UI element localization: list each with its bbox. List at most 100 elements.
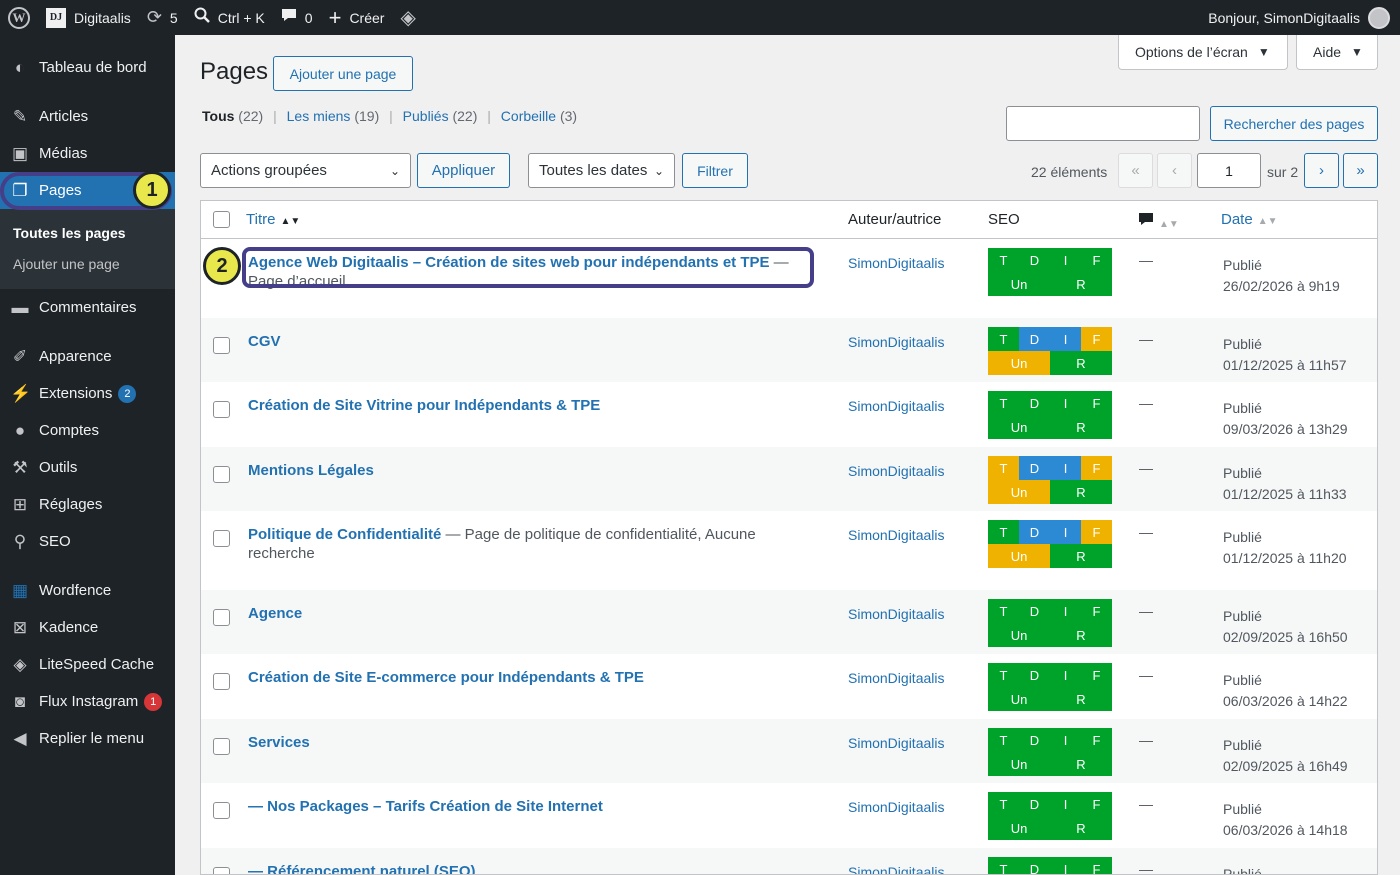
menu-label: Replier le menu: [39, 730, 145, 747]
page-title-link[interactable]: Agence: [248, 605, 302, 622]
menu-label: Tableau de bord: [39, 59, 147, 76]
author-link[interactable]: SimonDigitaalis: [848, 799, 944, 815]
last-page-button[interactable]: »: [1343, 153, 1378, 188]
site-name-link[interactable]: DJ Digitaalis: [38, 0, 139, 35]
seo-score-cell: R: [1050, 351, 1112, 375]
search-input[interactable]: [1006, 106, 1200, 141]
litespeed-link[interactable]: ◈: [392, 0, 423, 35]
page-title-link[interactable]: — Nos Packages – Tarifs Création de Site…: [248, 798, 603, 815]
help-button[interactable]: Aide ▼: [1296, 35, 1378, 70]
date-filter-select[interactable]: Toutes les dates ⌄: [528, 153, 675, 188]
row-checkbox[interactable]: [213, 466, 230, 483]
seo-score-cell: Un: [988, 351, 1050, 375]
screen-options-button[interactable]: Options de l’écran ▼: [1118, 35, 1288, 70]
command-palette-link[interactable]: Ctrl + K: [186, 0, 273, 35]
row-checkbox[interactable]: [213, 609, 230, 626]
seo-score-grid: TDIF UnR: [988, 391, 1112, 439]
menu-dashboard[interactable]: ◐ Tableau de bord: [0, 49, 175, 86]
row-checkbox[interactable]: [213, 867, 230, 874]
page-title-link[interactable]: CGV: [248, 333, 281, 350]
view-all-label[interactable]: Tous: [202, 108, 234, 124]
author-link[interactable]: SimonDigitaalis: [848, 398, 944, 414]
menu-kadence[interactable]: ⊠ Kadence: [0, 609, 175, 646]
my-account[interactable]: Bonjour, SimonDigitaalis: [1208, 6, 1400, 29]
view-published-link[interactable]: Publiés: [403, 108, 449, 124]
column-comments-header[interactable]: ▲▼: [1138, 211, 1179, 231]
bulk-actions-select[interactable]: Actions groupées ⌄: [200, 153, 411, 188]
page-title-link[interactable]: — Référencement naturel (SEO): [248, 863, 476, 874]
new-content-link[interactable]: + Créer: [321, 0, 393, 35]
table-row: Création de Site Vitrine pour Indépendan…: [201, 382, 1377, 447]
menu-label: Extensions: [39, 385, 113, 402]
page-title-link[interactable]: Mentions Légales: [248, 462, 374, 479]
row-checkbox[interactable]: [213, 337, 230, 354]
submenu-all-pages[interactable]: Toutes les pages: [0, 217, 175, 248]
comments-count: —: [1139, 796, 1153, 812]
main-content: Options de l’écran ▼ Aide ▼ Pages Ajoute…: [175, 35, 1400, 875]
page-title-link[interactable]: Création de Site E-commerce pour Indépen…: [248, 669, 644, 686]
site-icon: DJ: [46, 7, 66, 28]
view-trash-link[interactable]: Corbeille: [501, 108, 556, 124]
seo-score-cell: T: [988, 663, 1019, 687]
row-checkbox[interactable]: [213, 401, 230, 418]
menu-plugins[interactable]: ⚡ Extensions 2: [0, 375, 175, 412]
menu-users[interactable]: ● Comptes: [0, 412, 175, 449]
page-title-link[interactable]: Services: [248, 734, 310, 751]
menu-appearance[interactable]: ✐ Apparence: [0, 338, 175, 375]
seo-score-cell: R: [1050, 480, 1112, 504]
seo-score-grid: TDIF UnR: [988, 663, 1112, 711]
menu-seo[interactable]: ⚲ SEO: [0, 523, 175, 560]
author-link[interactable]: SimonDigitaalis: [848, 735, 944, 751]
author-link[interactable]: SimonDigitaalis: [848, 670, 944, 686]
menu-instagram[interactable]: ◙ Flux Instagram 1: [0, 683, 175, 720]
select-all-checkbox[interactable]: [213, 211, 230, 228]
author-link[interactable]: SimonDigitaalis: [848, 255, 944, 271]
column-date-header[interactable]: Date ▲▼: [1221, 211, 1277, 228]
column-title-header[interactable]: Titre ▲▼: [246, 211, 300, 228]
next-page-button[interactable]: ›: [1304, 153, 1339, 188]
row-title-cell: Politique de Confidentialité — Page de p…: [248, 525, 818, 563]
menu-tools[interactable]: ⚒ Outils: [0, 449, 175, 486]
menu-media[interactable]: ▣ Médias: [0, 135, 175, 172]
row-checkbox[interactable]: [213, 530, 230, 547]
author-link[interactable]: SimonDigitaalis: [848, 527, 944, 543]
seo-score-cell: I: [1050, 248, 1081, 272]
seo-score-cell: Un: [988, 816, 1050, 840]
comments-link[interactable]: 0: [273, 0, 321, 35]
search-pages-button[interactable]: Rechercher des pages: [1210, 106, 1378, 141]
menu-comments[interactable]: ▬ Commentaires: [0, 289, 175, 326]
post-status: Publié: [1223, 465, 1262, 481]
row-checkbox[interactable]: [213, 802, 230, 819]
page-title-link[interactable]: Création de Site Vitrine pour Indépendan…: [248, 397, 600, 414]
author-link[interactable]: SimonDigitaalis: [848, 463, 944, 479]
comments-count: —: [1139, 732, 1153, 748]
row-title-cell: CGV: [248, 332, 818, 351]
current-page-input[interactable]: 1: [1197, 153, 1261, 188]
seo-score-cell: I: [1050, 599, 1081, 623]
add-new-page-button[interactable]: Ajouter une page: [273, 56, 413, 91]
submenu-add-page[interactable]: Ajouter une page: [0, 248, 175, 279]
menu-settings[interactable]: ⊞ Réglages: [0, 486, 175, 523]
row-title-cell: — Référencement naturel (SEO): [248, 862, 818, 874]
row-checkbox[interactable]: [213, 738, 230, 755]
menu-collapse[interactable]: ◀ Replier le menu: [0, 720, 175, 757]
apply-button[interactable]: Appliquer: [417, 153, 510, 188]
wordpress-menu[interactable]: W: [0, 0, 38, 35]
menu-litespeed[interactable]: ◈ LiteSpeed Cache: [0, 646, 175, 683]
menu-wordfence[interactable]: ▦ Wordfence: [0, 572, 175, 609]
author-link[interactable]: SimonDigitaalis: [848, 334, 944, 350]
menu-posts[interactable]: ✎ Articles: [0, 98, 175, 135]
first-page-button: «: [1118, 153, 1153, 188]
seo-score-cell: D: [1019, 456, 1050, 480]
author-link[interactable]: SimonDigitaalis: [848, 864, 944, 874]
author-link[interactable]: SimonDigitaalis: [848, 606, 944, 622]
filter-button[interactable]: Filtrer: [682, 153, 748, 188]
table-row: Politique de Confidentialité — Page de p…: [201, 511, 1377, 590]
page-title-link[interactable]: Politique de Confidentialité: [248, 526, 441, 543]
view-mine-link[interactable]: Les miens: [287, 108, 351, 124]
seo-score-cell: I: [1050, 857, 1081, 874]
updates-link[interactable]: ⟳ 5: [139, 0, 186, 35]
row-checkbox[interactable]: [213, 673, 230, 690]
row-title-cell: Services: [248, 733, 818, 752]
seo-score-cell: Un: [988, 544, 1050, 568]
